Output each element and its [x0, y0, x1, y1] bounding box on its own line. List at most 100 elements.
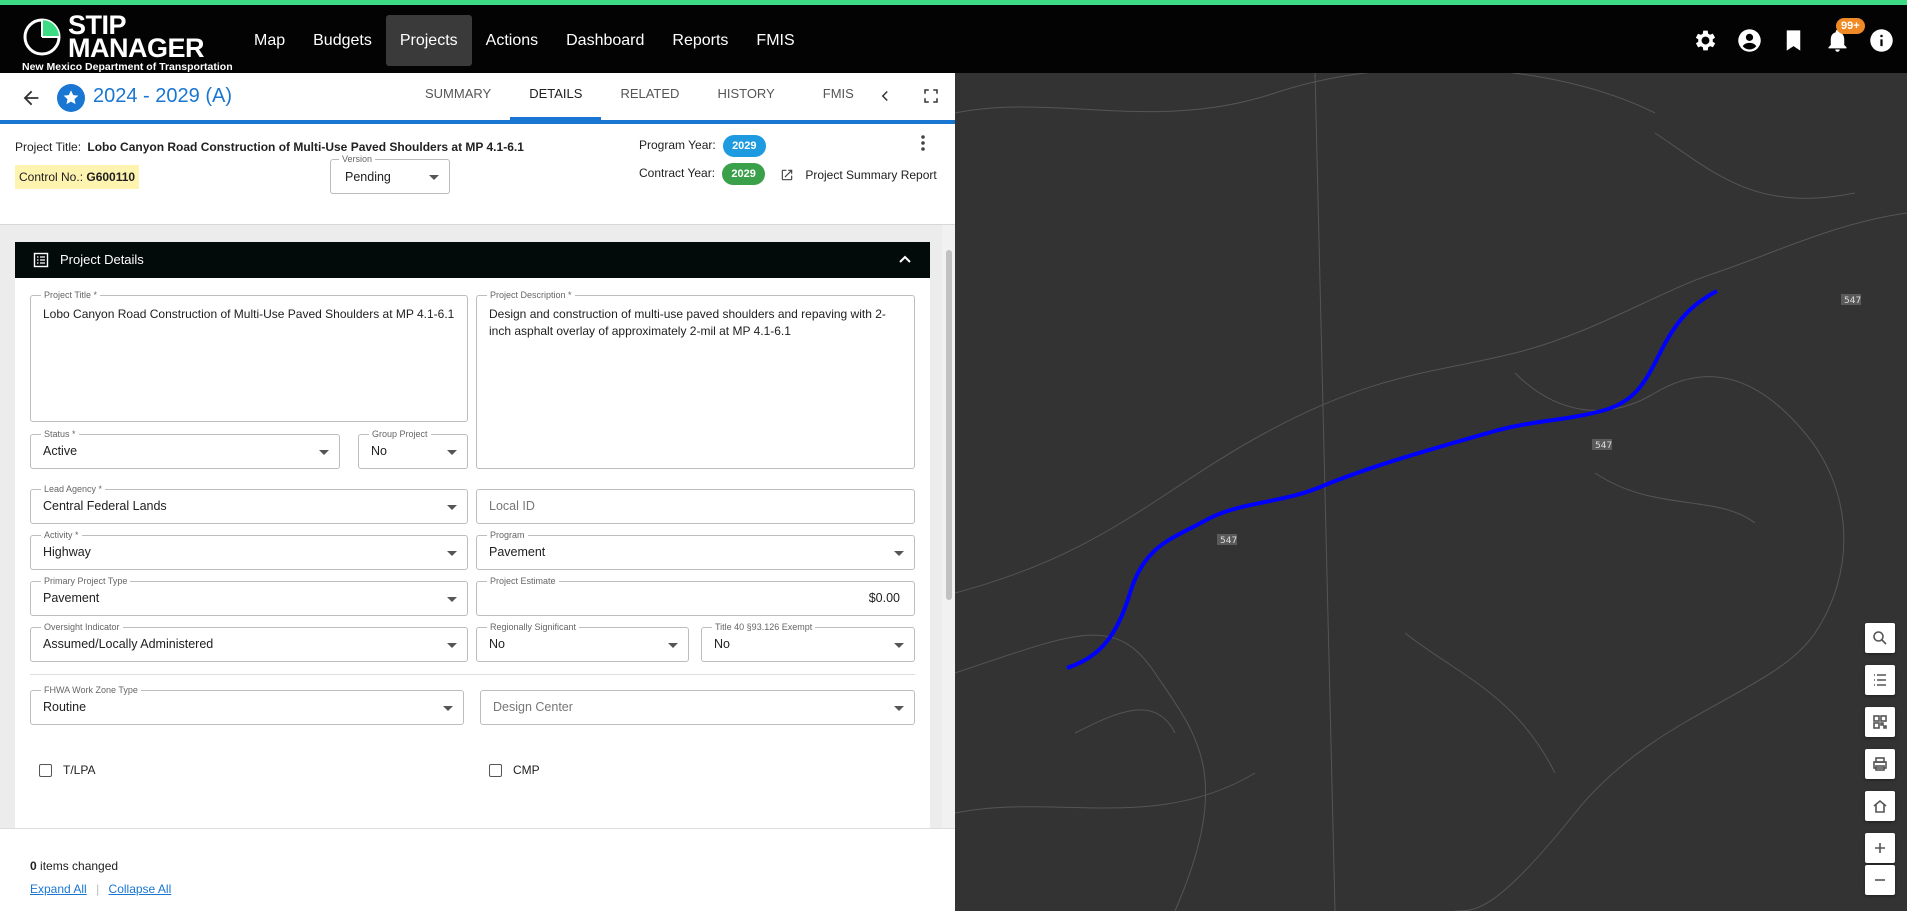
collapse-all-link[interactable]: Collapse All — [109, 882, 172, 896]
map-print-button[interactable] — [1865, 749, 1895, 779]
title40-exempt-label: Title 40 §93.126 Exempt — [712, 622, 816, 632]
program-label: Program — [487, 530, 528, 540]
title40-exempt-value: No — [714, 637, 730, 651]
main-nav: Map Budgets Projects Actions Dashboard R… — [240, 15, 809, 66]
bookmark-icon[interactable] — [1780, 27, 1807, 54]
route-label-547-b: 547 — [1595, 441, 1612, 451]
chevron-left-icon[interactable] — [876, 87, 894, 105]
oversight-indicator-select[interactable]: Oversight Indicator Assumed/Locally Admi… — [30, 622, 468, 662]
project-summary-strip: Project Title: Lobo Canyon Road Construc… — [0, 128, 955, 225]
chevron-up-icon[interactable] — [898, 253, 912, 267]
info-icon[interactable] — [1868, 27, 1895, 54]
design-center-select[interactable]: Design Center — [480, 690, 915, 725]
project-description-value: Design and construction of multi-use pav… — [489, 307, 886, 338]
regionally-significant-label: Regionally Significant — [487, 622, 580, 632]
local-id-placeholder: Local ID — [489, 499, 535, 513]
scrollbar-thumb[interactable] — [946, 250, 952, 600]
map-canvas: 547 547 547 — [955, 73, 1907, 911]
list-alt-icon — [33, 252, 49, 268]
tab-summary[interactable]: SUMMARY — [406, 73, 510, 120]
tab-fmis[interactable]: FMIS — [794, 73, 883, 120]
back-arrow-icon[interactable] — [20, 87, 42, 109]
local-id-input[interactable]: Local ID — [476, 489, 915, 524]
project-summary-report-link[interactable]: Project Summary Report — [780, 168, 937, 182]
project-header: 2024 - 2029 (A) SUMMARY DETAILS RELATED … — [0, 73, 955, 124]
primary-project-type-select[interactable]: Primary Project Type Pavement — [30, 576, 468, 616]
tlpa-label: T/LPA — [63, 763, 96, 777]
fhwa-work-zone-type-label: FHWA Work Zone Type — [41, 685, 141, 695]
tab-details[interactable]: DETAILS — [510, 73, 602, 120]
settings-gear-icon[interactable] — [1692, 27, 1719, 54]
dropdown-caret-icon — [894, 706, 904, 711]
map-zoom-in-button[interactable] — [1865, 833, 1895, 863]
program-year: Program Year: 2029 — [639, 135, 766, 157]
tab-related[interactable]: RELATED — [601, 73, 698, 120]
project-description-textarea[interactable]: Project Description * Design and constru… — [476, 290, 915, 469]
logo-title: STIP MANAGER — [68, 10, 205, 63]
project-estimate-label: Project Estimate — [487, 576, 559, 586]
logo-subtitle: New Mexico Department of Transportation — [22, 61, 233, 73]
tlpa-checkbox[interactable] — [39, 764, 52, 777]
project-details-header[interactable]: Project Details — [15, 242, 930, 278]
program-value: Pavement — [489, 545, 546, 559]
nav-fmis[interactable]: FMIS — [742, 15, 808, 66]
nav-projects[interactable]: Projects — [385, 15, 472, 66]
section-title: Project Details — [60, 252, 144, 267]
group-project-select[interactable]: Group Project No — [358, 429, 468, 469]
map-search-button[interactable] — [1865, 623, 1895, 653]
fhwa-work-zone-type-select[interactable]: FHWA Work Zone Type Routine — [30, 685, 464, 725]
search-icon — [1873, 631, 1887, 645]
footer-bar: 0 items changed Expand All | Collapse Al… — [0, 828, 955, 911]
title40-exempt-select[interactable]: Title 40 §93.126 Exempt No — [701, 622, 915, 662]
activity-label: Activity * — [41, 530, 82, 540]
nav-budgets[interactable]: Budgets — [299, 15, 386, 66]
plus-icon — [1875, 843, 1885, 853]
regionally-significant-select[interactable]: Regionally Significant No — [476, 622, 689, 662]
lead-agency-select[interactable]: Lead Agency * Central Federal Lands — [30, 484, 468, 524]
favorite-star-icon[interactable] — [57, 84, 85, 112]
map-home-button[interactable] — [1865, 791, 1895, 821]
activity-value: Highway — [43, 545, 91, 559]
program-year-chip: 2029 — [723, 135, 766, 157]
version-label: Version — [339, 154, 376, 164]
map-view[interactable]: 547 547 547 — [955, 73, 1907, 911]
notifications-bell-icon[interactable]: 99+ — [1824, 18, 1865, 54]
map-qr-button[interactable] — [1865, 707, 1895, 737]
oversight-indicator-value: Assumed/Locally Administered — [43, 637, 214, 651]
top-navigation-bar: STIP MANAGER New Mexico Department of Tra… — [0, 0, 1907, 73]
project-panel: 2024 - 2029 (A) SUMMARY DETAILS RELATED … — [0, 73, 955, 911]
group-project-value: No — [371, 444, 387, 458]
fullscreen-icon[interactable] — [922, 87, 940, 105]
project-details-section: Project Details Project Title * Lobo Can… — [15, 242, 930, 828]
version-select[interactable]: Version Pending — [330, 154, 450, 194]
nav-dashboard[interactable]: Dashboard — [552, 15, 658, 66]
list-icon — [1874, 674, 1886, 686]
expand-all-link[interactable]: Expand All — [30, 882, 87, 896]
contract-year-chip: 2029 — [722, 163, 765, 185]
print-icon — [1873, 757, 1887, 771]
project-estimate-input[interactable]: Project Estimate $0.00 — [476, 576, 915, 616]
cmp-checkbox[interactable] — [489, 764, 502, 777]
nav-map[interactable]: Map — [240, 15, 299, 66]
more-options-icon[interactable] — [915, 133, 931, 153]
version-value: Pending — [345, 170, 391, 184]
tab-history[interactable]: HISTORY — [698, 73, 793, 120]
details-scroll-area[interactable]: Project Details Project Title * Lobo Can… — [0, 225, 955, 828]
project-route-line[interactable] — [1066, 289, 1718, 670]
project-title-textarea[interactable]: Project Title * Lobo Canyon Road Constru… — [30, 290, 468, 422]
status-select[interactable]: Status * Active — [30, 429, 340, 469]
nav-actions[interactable]: Actions — [472, 15, 552, 66]
stip-manager-logo[interactable]: STIP MANAGER New Mexico Department of Tra… — [22, 10, 233, 74]
program-version-title: 2024 - 2029 (A) — [93, 85, 232, 107]
account-circle-icon[interactable] — [1736, 27, 1763, 54]
map-zoom-out-button[interactable] — [1865, 865, 1895, 895]
lead-agency-label: Lead Agency * — [41, 484, 106, 494]
dropdown-caret-icon — [319, 450, 329, 455]
map-legend-button[interactable] — [1865, 665, 1895, 695]
activity-select[interactable]: Activity * Highway — [30, 530, 468, 570]
nav-reports[interactable]: Reports — [658, 15, 742, 66]
expand-collapse-links: Expand All | Collapse All — [30, 882, 172, 896]
route-label-547-c: 547 — [1844, 296, 1861, 306]
primary-project-type-value: Pavement — [43, 591, 100, 605]
program-select[interactable]: Program Pavement — [476, 530, 915, 570]
